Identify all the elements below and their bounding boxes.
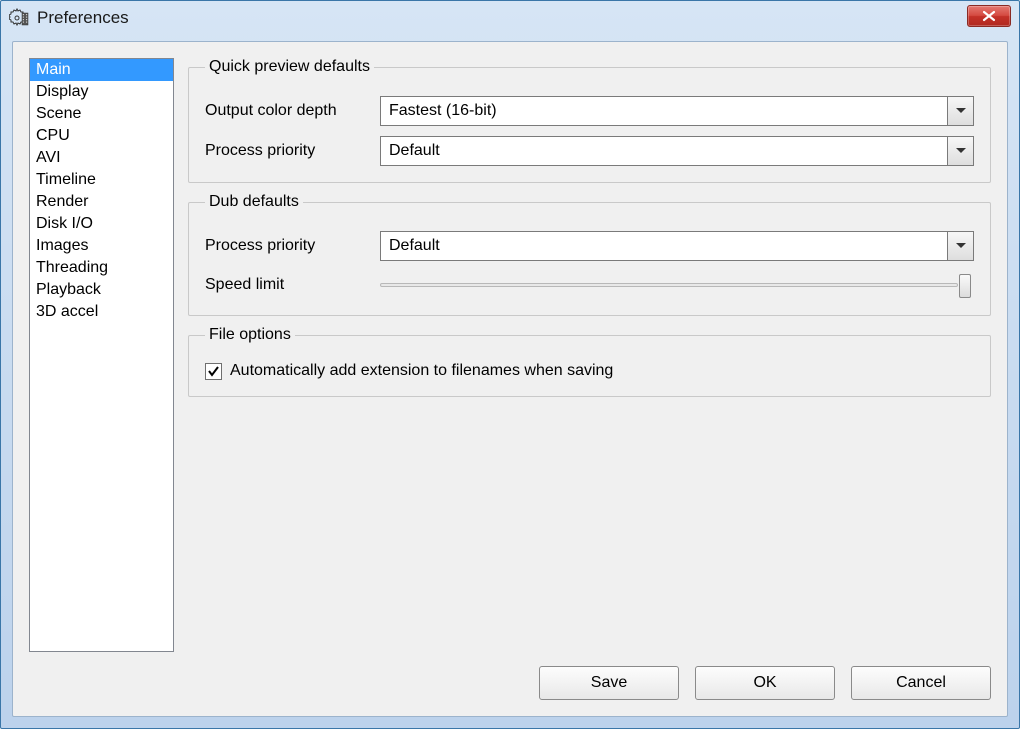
group-file-options: File options Automatically add extension… — [188, 326, 991, 397]
label-speed-limit: Speed limit — [205, 276, 380, 294]
sidebar-item-scene[interactable]: Scene — [30, 103, 173, 125]
chevron-down-icon — [947, 137, 973, 165]
sidebar-item-3d-accel[interactable]: 3D accel — [30, 301, 173, 323]
label-output-color-depth: Output color depth — [205, 102, 380, 120]
chevron-down-icon — [947, 97, 973, 125]
check-icon — [207, 365, 220, 378]
content-panel: Quick preview defaults Output color dept… — [188, 58, 991, 652]
group-quick-preview: Quick preview defaults Output color dept… — [188, 58, 991, 183]
preferences-window: Preferences MainDisplaySceneCPUAVITimeli… — [0, 0, 1020, 729]
label-process-priority-qp: Process priority — [205, 142, 380, 160]
gear-film-icon — [9, 7, 31, 29]
ok-button[interactable]: OK — [695, 666, 835, 700]
close-button[interactable] — [967, 5, 1011, 27]
button-row: Save OK Cancel — [29, 666, 991, 700]
combo-value: Fastest (16-bit) — [381, 102, 947, 120]
save-button[interactable]: Save — [539, 666, 679, 700]
cancel-button[interactable]: Cancel — [851, 666, 991, 700]
sidebar-item-cpu[interactable]: CPU — [30, 125, 173, 147]
group-dub-defaults: Dub defaults Process priority Default Sp… — [188, 193, 991, 316]
group-legend: Quick preview defaults — [205, 58, 374, 76]
sidebar-item-avi[interactable]: AVI — [30, 147, 173, 169]
combo-value: Default — [381, 237, 947, 255]
window-title: Preferences — [37, 8, 129, 28]
client-area: MainDisplaySceneCPUAVITimelineRenderDisk… — [12, 41, 1008, 717]
combo-process-priority-qp[interactable]: Default — [380, 136, 974, 166]
sidebar-item-timeline[interactable]: Timeline — [30, 169, 173, 191]
close-icon — [981, 10, 997, 22]
sidebar-item-images[interactable]: Images — [30, 235, 173, 257]
sidebar-item-main[interactable]: Main — [30, 59, 173, 81]
sidebar-item-disk-i-o[interactable]: Disk I/O — [30, 213, 173, 235]
label-process-priority-dub: Process priority — [205, 237, 380, 255]
group-legend: Dub defaults — [205, 193, 303, 211]
slider-track — [380, 283, 958, 287]
slider-speed-limit[interactable] — [380, 271, 974, 299]
sidebar-item-playback[interactable]: Playback — [30, 279, 173, 301]
checkbox-label: Automatically add extension to filenames… — [230, 362, 613, 380]
combo-value: Default — [381, 142, 947, 160]
titlebar[interactable]: Preferences — [1, 1, 1019, 35]
sidebar-item-render[interactable]: Render — [30, 191, 173, 213]
combo-output-color-depth[interactable]: Fastest (16-bit) — [380, 96, 974, 126]
category-list[interactable]: MainDisplaySceneCPUAVITimelineRenderDisk… — [29, 58, 174, 652]
chevron-down-icon — [947, 232, 973, 260]
checkbox-auto-extension[interactable] — [205, 363, 222, 380]
group-legend: File options — [205, 326, 295, 344]
sidebar-item-threading[interactable]: Threading — [30, 257, 173, 279]
combo-process-priority-dub[interactable]: Default — [380, 231, 974, 261]
slider-thumb[interactable] — [959, 274, 971, 298]
sidebar-item-display[interactable]: Display — [30, 81, 173, 103]
